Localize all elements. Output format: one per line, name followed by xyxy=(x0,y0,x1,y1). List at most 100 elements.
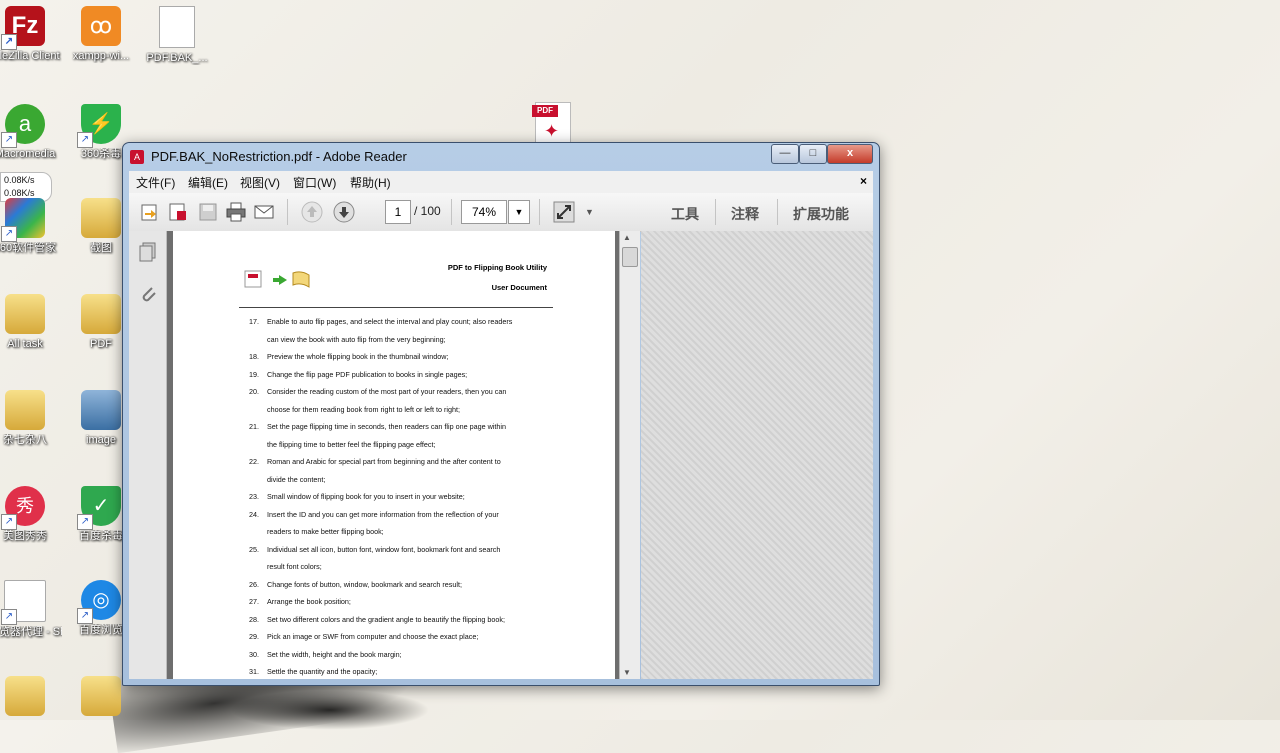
desktop-icon-360-software[interactable]: ↗ 360软件管家 xyxy=(0,198,62,255)
toolbar-separator xyxy=(715,199,716,225)
scroll-thumb[interactable] xyxy=(622,247,638,267)
doc-header-subtitle: User Document xyxy=(491,283,547,292)
zoom-input[interactable]: 74% xyxy=(461,200,507,224)
menu-bar: 文件(F) 编辑(E) 视图(V) 窗口(W) 帮助(H) × xyxy=(129,171,873,193)
item-text: Consider the reading custom of the most … xyxy=(267,387,507,396)
desktop-icon-xampp[interactable]: ꝏ xampp-wi... xyxy=(64,6,138,63)
header-divider xyxy=(239,307,553,308)
macromedia-icon: a ↗ xyxy=(1,104,45,148)
desktop-icon-filezilla[interactable]: Fz↗ FileZilla Client xyxy=(0,6,62,63)
shield-icon: ⚡ ↗ xyxy=(77,104,121,148)
desktop-icon-browser-proxy[interactable]: ↗ 浏览器代理 - Shortcut xyxy=(0,580,62,639)
maximize-button[interactable]: □ xyxy=(799,144,827,164)
item-text: Insert the ID and you can get more infor… xyxy=(267,509,499,519)
desktop-icon-macromedia[interactable]: a ↗ Macromedia xyxy=(0,104,62,161)
comment-button[interactable]: 注释 xyxy=(731,204,759,224)
minimize-button[interactable]: — xyxy=(771,144,799,164)
item-text: Enable to auto flip pages, and select th… xyxy=(267,317,513,326)
item-text: Small window of flipping book for you to… xyxy=(267,492,465,501)
item-number: 28. xyxy=(249,614,259,624)
item-number: 29. xyxy=(249,632,259,641)
print-icon[interactable] xyxy=(225,201,247,223)
fit-page-icon[interactable] xyxy=(553,201,575,223)
scroll-up-arrow[interactable]: ▲ xyxy=(623,233,631,242)
item-number: 23. xyxy=(249,492,259,501)
list-item: 28. Set two different colors and the grad… xyxy=(249,611,561,629)
email-icon[interactable] xyxy=(253,201,275,223)
item-number: 17. xyxy=(249,317,259,326)
zoom-dropdown-button[interactable]: ▼ xyxy=(508,200,530,224)
feature-list: 17. Enable to auto flip pages, and select… xyxy=(249,313,561,679)
item-number: 20. xyxy=(249,387,259,396)
page-number-input[interactable]: 1 xyxy=(385,200,411,224)
desktop-icon-pdf-file[interactable]: PDF ✦ xyxy=(516,102,590,144)
extend-button[interactable]: 扩展功能 xyxy=(793,204,849,224)
pages-icon[interactable] xyxy=(138,241,158,268)
menu-help[interactable]: 帮助(H) xyxy=(350,174,391,191)
item-text: Set the width, height and the book margi… xyxy=(267,649,402,659)
close-document-button[interactable]: × xyxy=(860,174,867,188)
acrobat-icon: ✦ xyxy=(544,121,560,141)
desktop-icon-meitu[interactable]: 秀 ↗ 美图秀秀 xyxy=(0,486,62,543)
desktop-icon-folder[interactable] xyxy=(0,676,62,716)
chevron-down-icon[interactable]: ▼ xyxy=(585,201,597,223)
menu-edit[interactable]: 编辑(E) xyxy=(188,174,228,191)
list-item: 29. Pick an image or SWF from computer an… xyxy=(249,628,561,646)
xampp-icon: ꝏ xyxy=(81,6,121,46)
page-total: / 100 xyxy=(414,204,441,218)
list-item-continuation: choose for them reading book from right … xyxy=(267,404,460,414)
shield-icon: ✓ ↗ xyxy=(77,486,121,530)
desktop-icon-all-task[interactable]: All task xyxy=(0,294,62,351)
item-text: Individual set all icon, button font, wi… xyxy=(267,544,501,554)
toolbar-separator xyxy=(287,199,288,225)
folder-icon xyxy=(5,390,45,430)
pdf-app-icon: A xyxy=(130,150,144,164)
document-view[interactable]: PDF to Flipping Book Utility User Docume… xyxy=(167,231,639,679)
item-number: 24. xyxy=(249,509,259,519)
list-item: 23. Small window of flipping book for you… xyxy=(249,488,561,506)
menu-view[interactable]: 视图(V) xyxy=(240,174,280,191)
menu-file[interactable]: 文件(F) xyxy=(136,174,175,191)
folder-icon xyxy=(81,676,121,716)
list-item: 22. Roman and Arabic for special part fro… xyxy=(249,453,561,471)
list-item: 27. Arrange the book position; xyxy=(249,593,561,611)
list-item: 26. Change fonts of button, window, bookm… xyxy=(249,576,561,594)
item-text: Change fonts of button, window, bookmark… xyxy=(267,579,462,589)
browser-icon: ◎ ↗ xyxy=(77,580,121,624)
adobe-reader-window: A PDF.BAK_NoRestriction.pdf - Adobe Read… xyxy=(122,142,880,686)
app-grid-icon: ↗ xyxy=(1,198,45,242)
item-number: 19. xyxy=(249,369,259,379)
vertical-scrollbar[interactable]: ▲ ▼ xyxy=(619,231,640,679)
item-number: 21. xyxy=(249,422,259,431)
list-item: 25. Individual set all icon, button font,… xyxy=(249,541,561,559)
document-icon: ↗ xyxy=(1,580,46,625)
item-text: Set the page flipping time in seconds, t… xyxy=(267,422,506,431)
window-title: PDF.BAK_NoRestriction.pdf - Adobe Reader xyxy=(151,149,407,164)
previous-page-icon[interactable] xyxy=(301,201,323,223)
desktop-icon-misc-folder[interactable]: 杂七杂八 xyxy=(0,390,62,447)
list-item-continuation: result font colors; xyxy=(267,562,322,571)
item-number: 27. xyxy=(249,597,259,606)
title-bar[interactable]: A PDF.BAK_NoRestriction.pdf - Adobe Read… xyxy=(123,143,879,171)
filezilla-icon: Fz ↗ xyxy=(1,6,45,50)
item-number: 26. xyxy=(249,579,259,589)
next-page-icon[interactable] xyxy=(333,201,355,223)
toolbar-separator xyxy=(539,199,540,225)
scroll-down-arrow[interactable]: ▼ xyxy=(623,668,631,677)
tools-button[interactable]: 工具 xyxy=(671,204,699,224)
desktop-icon-pdf-bak[interactable]: PDF.BAK_... xyxy=(140,6,214,65)
list-item: 21. Set the page flipping time in seconds… xyxy=(249,418,561,436)
item-text: Settle the quantity and the opacity; xyxy=(267,667,378,676)
item-text: Change the flip page PDF publication to … xyxy=(267,369,468,379)
attachment-icon[interactable] xyxy=(138,283,158,310)
menu-window[interactable]: 窗口(W) xyxy=(293,174,336,191)
item-text: Arrange the book position; xyxy=(267,597,351,606)
create-pdf-icon[interactable] xyxy=(167,201,189,223)
close-button[interactable]: x xyxy=(827,144,873,164)
open-icon[interactable] xyxy=(139,201,161,223)
pdf-badge: PDF xyxy=(532,105,558,117)
toolbar-separator xyxy=(777,199,778,225)
list-item: 31. Settle the quantity and the opacity; xyxy=(249,663,561,679)
save-icon[interactable] xyxy=(197,201,219,223)
flipping-book-logo-icon xyxy=(244,270,310,288)
